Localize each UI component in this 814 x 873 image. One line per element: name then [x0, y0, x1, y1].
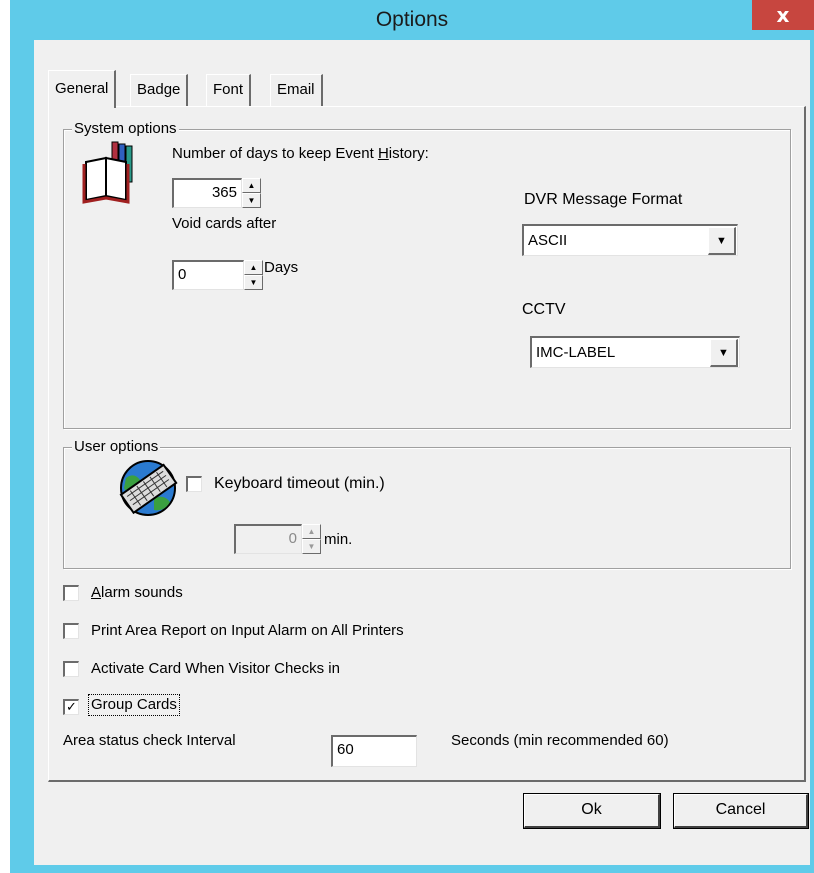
close-button[interactable]: x	[752, 0, 814, 30]
spin-down-icon[interactable]: ▼	[302, 539, 321, 554]
tab-font-label: Font	[213, 81, 244, 98]
area-status-hint: Seconds (min recommended 60)	[451, 732, 669, 749]
keyboard-timeout-label: Keyboard timeout (min.)	[214, 475, 385, 492]
activate-card-checkbox[interactable]	[63, 661, 79, 677]
group-cards-checkbox[interactable]: ✓	[63, 699, 79, 715]
user-options-group: User options Keyboard timeout (min.) 0 ▲…	[63, 438, 791, 569]
user-options-legend: User options	[72, 438, 161, 456]
chevron-down-icon[interactable]: ▼	[708, 227, 736, 255]
title-bar[interactable]: Options x	[10, 0, 814, 40]
spin-up-icon[interactable]: ▲	[244, 260, 263, 275]
keyboard-timeout-checkbox[interactable]	[186, 476, 202, 492]
spin-up-icon[interactable]: ▲	[242, 178, 261, 193]
tab-badge[interactable]: Badge	[130, 74, 189, 106]
cctv-label: CCTV	[522, 301, 566, 318]
tab-email-label: Email	[277, 81, 315, 98]
cancel-button[interactable]: Cancel	[673, 793, 809, 829]
keyboard-globe-icon	[119, 460, 178, 516]
options-window: Options x General Badge Font Email Syste…	[10, 0, 814, 873]
ok-button[interactable]: Ok	[523, 793, 661, 829]
spin-down-icon[interactable]: ▼	[244, 275, 263, 290]
void-days-input[interactable]: 0	[172, 260, 244, 290]
min-unit-label: min.	[324, 531, 353, 548]
activate-card-label: Activate Card When Visitor Checks in	[91, 660, 340, 677]
print-area-report-checkbox[interactable]	[63, 623, 79, 639]
book-icon	[82, 141, 133, 204]
system-options-group: System options Number of days to keep Ev…	[63, 120, 791, 429]
group-cards-label: Group Cards	[88, 694, 180, 716]
days-unit-label: Days	[264, 259, 299, 276]
tab-badge-label: Badge	[137, 81, 181, 98]
void-cards-label: Void cards after	[172, 215, 277, 232]
spin-down-icon[interactable]: ▼	[242, 193, 261, 208]
dialog-client: General Badge Font Email System options …	[34, 40, 810, 865]
tab-general-label: General	[55, 80, 109, 97]
dvr-format-value: ASCII	[528, 232, 568, 249]
alarm-sounds-checkbox[interactable]	[63, 585, 79, 601]
spin-up-icon[interactable]: ▲	[302, 524, 321, 539]
window-title: Options	[375, 8, 449, 31]
area-status-interval-input[interactable]: 60	[331, 735, 417, 767]
history-days-spinner[interactable]: ▲ ▼	[242, 178, 261, 208]
system-options-legend: System options	[72, 120, 179, 138]
dvr-format-label: DVR Message Format	[524, 191, 683, 208]
history-days-input[interactable]: 365	[172, 178, 242, 208]
cctv-select[interactable]: IMC-LABEL ▼	[530, 336, 740, 368]
tab-general[interactable]: General	[48, 70, 117, 108]
cctv-value: IMC-LABEL	[536, 344, 616, 361]
alarm-sounds-label: Alarm sounds	[91, 584, 183, 601]
history-days-label: Number of days to keep Event History:	[172, 145, 429, 162]
general-tab-panel: System options Number of days to keep Ev…	[48, 106, 806, 782]
dvr-format-select[interactable]: ASCII ▼	[522, 224, 738, 256]
timeout-minutes-spinner[interactable]: ▲ ▼	[302, 524, 321, 554]
chevron-down-icon[interactable]: ▼	[710, 339, 738, 367]
area-status-interval-label: Area status check Interval	[63, 732, 236, 749]
timeout-minutes-input[interactable]: 0	[234, 524, 302, 554]
tab-email[interactable]: Email	[270, 74, 323, 106]
void-days-spinner[interactable]: ▲ ▼	[244, 260, 263, 290]
tab-font[interactable]: Font	[206, 74, 252, 106]
print-area-report-label: Print Area Report on Input Alarm on All …	[91, 622, 404, 639]
